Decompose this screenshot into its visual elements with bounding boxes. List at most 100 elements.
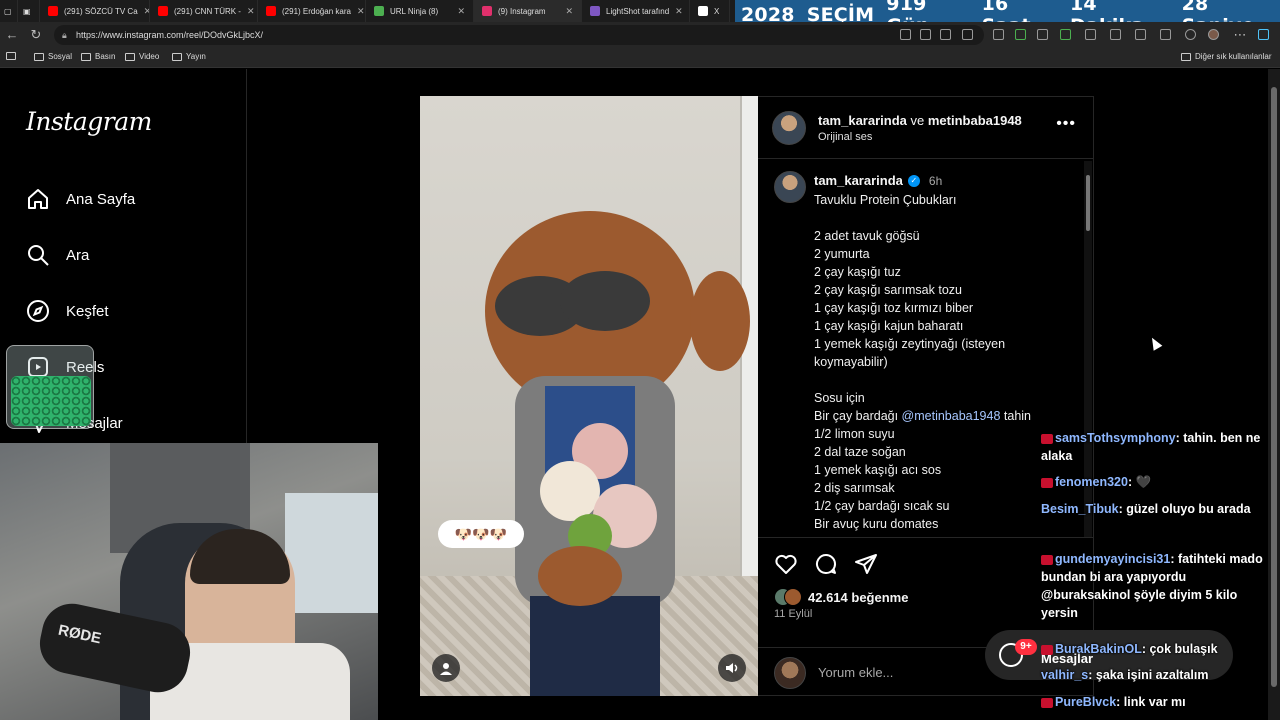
read-aloud-icon[interactable] bbox=[940, 29, 951, 40]
tab-label: (9) Instagram bbox=[498, 6, 546, 16]
extension-icon[interactable] bbox=[1060, 29, 1071, 40]
copilot-icon[interactable] bbox=[1258, 29, 1269, 40]
bookmark-folder[interactable]: Sosyal bbox=[34, 52, 72, 61]
close-tab-icon[interactable]: ✕ bbox=[565, 6, 573, 17]
mention-link[interactable]: @metinbaba1948 bbox=[902, 409, 1001, 423]
close-tab-icon[interactable]: ✕ bbox=[247, 6, 255, 17]
browser-tab[interactable]: (291) Erdoğan kara ✕ bbox=[258, 0, 366, 22]
browser-menu-icon[interactable]: ▢ bbox=[0, 0, 18, 22]
lightshot-icon bbox=[590, 6, 600, 16]
folder-icon bbox=[6, 52, 16, 60]
author-link[interactable]: tam_kararinda bbox=[818, 113, 907, 128]
app-available-icon[interactable] bbox=[900, 29, 911, 40]
caption-line: 1 yemek kaşığı zeytinyağı (isteyen koyma… bbox=[814, 337, 1006, 369]
video-dog-figure bbox=[485, 211, 750, 696]
bookmark-folder[interactable]: Yayın bbox=[172, 52, 206, 61]
chat-message: gundemyayincisi31: fatihteki mado bundan… bbox=[1041, 550, 1270, 622]
caption-header: tam_kararinda ✓ 6h bbox=[814, 173, 942, 188]
streamer-webcam: RØDE bbox=[0, 443, 378, 720]
browser-tab-active[interactable]: (9) Instagram ✕ bbox=[474, 0, 582, 22]
browser-tab[interactable]: X bbox=[690, 0, 730, 22]
shield-icon[interactable] bbox=[1185, 29, 1196, 40]
likes-row[interactable]: 42.614 beğenme bbox=[774, 588, 908, 606]
chat-text: : şaka işini azaltalım bbox=[1088, 668, 1209, 682]
chat-username: PureBlvck bbox=[1055, 695, 1117, 709]
tab-actions-icon[interactable]: ▣ bbox=[18, 0, 40, 22]
folder-icon bbox=[1181, 52, 1191, 61]
scrollbar-thumb[interactable] bbox=[1271, 87, 1277, 687]
post-authors: tam_kararinda ve metinbaba1948 bbox=[818, 113, 1022, 128]
more-options-icon[interactable]: ••• bbox=[1056, 115, 1076, 133]
comment-input[interactable]: Yorum ekle... bbox=[818, 665, 893, 680]
stream-chat-overlay: samsTothsymphony: tahin. ben ne alaka fe… bbox=[1036, 425, 1270, 720]
favorites-icon[interactable] bbox=[1160, 29, 1171, 40]
extension-icon[interactable] bbox=[1015, 29, 1026, 40]
original-audio-link[interactable]: Orijinal ses bbox=[818, 131, 872, 143]
bookmark-folder[interactable]: Video bbox=[125, 52, 159, 61]
tab-label: URL Ninja (8) bbox=[390, 6, 439, 16]
nav-explore[interactable]: Keşfet bbox=[26, 299, 109, 323]
chat-message: valhir_s: şaka işini azaltalım bbox=[1041, 666, 1270, 684]
candy-jar-overlay bbox=[6, 345, 94, 429]
volume-icon[interactable] bbox=[718, 654, 746, 682]
browser-tab[interactable]: URL Ninja (8) ✕ bbox=[366, 0, 474, 22]
author-conjunction: ve bbox=[906, 113, 928, 128]
browser-tab[interactable]: (291) SÖZCÜ TV Ca✕ bbox=[40, 0, 150, 22]
zoom-icon[interactable] bbox=[920, 29, 931, 40]
close-tab-icon[interactable]: ✕ bbox=[357, 6, 365, 17]
x-icon bbox=[698, 6, 708, 16]
post-time: 6h bbox=[928, 173, 943, 188]
likes-count[interactable]: 42.614 beğenme bbox=[808, 590, 908, 605]
caption-line: 2 adet tavuk göğsü bbox=[814, 229, 920, 243]
refresh-icon[interactable]: ↻ bbox=[28, 27, 44, 43]
favorite-star-icon[interactable] bbox=[962, 29, 973, 40]
extensions-puzzle-icon[interactable] bbox=[1135, 29, 1146, 40]
nav-search[interactable]: Ara bbox=[26, 243, 89, 267]
caption-line: 2 çay kaşığı tuz bbox=[814, 265, 901, 279]
author-avatar[interactable] bbox=[772, 111, 806, 145]
lock-icon: 🔒︎ bbox=[62, 30, 67, 40]
browser-tab[interactable]: LightShot tarafınd ✕ bbox=[582, 0, 690, 22]
share-icon[interactable] bbox=[854, 552, 878, 576]
profile-avatar[interactable] bbox=[1208, 29, 1219, 40]
url-field[interactable]: 🔒︎ https://www.instagram.com/reel/DOdvGkL… bbox=[54, 25, 984, 45]
bookmark-label: Diğer sık kullanılanlar bbox=[1195, 52, 1272, 61]
extension-icon[interactable] bbox=[1110, 29, 1121, 40]
url-ninja-icon bbox=[374, 6, 384, 16]
caption-username[interactable]: tam_kararinda bbox=[814, 173, 903, 188]
back-icon[interactable]: ← bbox=[4, 27, 20, 43]
like-heart-icon[interactable] bbox=[774, 552, 798, 576]
caption-scrollbar-thumb[interactable] bbox=[1086, 175, 1090, 231]
youtube-icon bbox=[158, 6, 168, 16]
chat-text: : çok bulaşık bbox=[1141, 642, 1218, 656]
more-menu-icon[interactable]: ⋯ bbox=[1232, 27, 1248, 43]
bookmarks-sidebar-icon[interactable] bbox=[6, 52, 16, 60]
reel-video[interactable]: 🐶🐶🐶 bbox=[420, 96, 758, 696]
bookmark-folder[interactable]: Basın bbox=[81, 52, 115, 61]
close-tab-icon[interactable]: ✕ bbox=[675, 6, 683, 17]
comment-icon[interactable] bbox=[814, 552, 838, 576]
bookmarks-bar: Sosyal Basın Video Yayın Diğer sık kulla… bbox=[0, 48, 1280, 68]
caption-avatar[interactable] bbox=[774, 171, 806, 203]
browser-tab[interactable]: (291) CNN TÜRK - ✕ bbox=[150, 0, 258, 22]
close-tab-icon[interactable]: ✕ bbox=[457, 6, 465, 17]
youtube-icon bbox=[266, 6, 276, 16]
chat-username: gundemyayincisi31 bbox=[1055, 552, 1171, 566]
url-text: https://www.instagram.com/reel/DOdvGkLjb… bbox=[76, 30, 264, 40]
current-user-avatar bbox=[774, 657, 806, 689]
liker-avatars bbox=[774, 588, 802, 606]
chat-message: PureBlvck: link var mı bbox=[1041, 693, 1270, 711]
chat-username: samsTothsymphony bbox=[1055, 431, 1176, 445]
collaborator-link[interactable]: metinbaba1948 bbox=[928, 113, 1022, 128]
nav-home[interactable]: Ana Sayfa bbox=[26, 187, 135, 211]
other-bookmarks[interactable]: Diğer sık kullanılanlar bbox=[1181, 52, 1271, 61]
folder-icon bbox=[172, 52, 182, 61]
chat-username: Besim_Tibuk bbox=[1041, 502, 1119, 516]
tagged-user-icon[interactable] bbox=[432, 654, 460, 682]
extension-icon[interactable] bbox=[1037, 29, 1048, 40]
bookmark-label: Sosyal bbox=[48, 52, 73, 61]
extension-icon[interactable] bbox=[993, 29, 1004, 40]
instagram-logo[interactable]: Instagram bbox=[26, 107, 152, 136]
extension-icon[interactable] bbox=[1085, 29, 1096, 40]
candy-graphic bbox=[11, 376, 91, 426]
